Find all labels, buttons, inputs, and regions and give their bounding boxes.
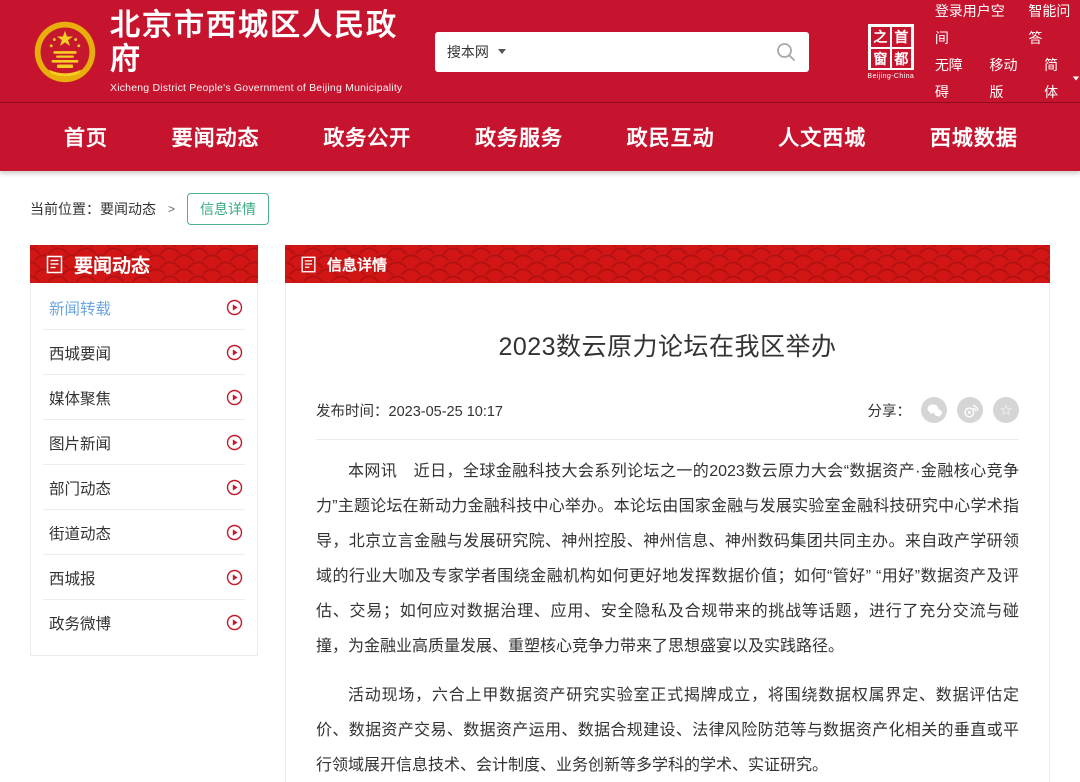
sidebar-item-department-updates[interactable]: 部门动态: [31, 465, 257, 510]
circle-play-icon: [226, 434, 243, 451]
article-panel-header: 信息详情: [285, 245, 1050, 283]
circle-play-icon: [226, 389, 243, 406]
circle-play-icon: [226, 614, 243, 631]
capital-window-char: 之: [870, 26, 891, 48]
article-panel-title: 信息详情: [327, 254, 387, 275]
favorite-share-button[interactable]: ☆: [993, 397, 1019, 423]
capital-window-char: 都: [891, 48, 912, 70]
article-title: 2023数云原力论坛在我区举办: [316, 283, 1019, 371]
mobile-version-link[interactable]: 移动版: [989, 52, 1028, 106]
nav-item-data[interactable]: 西城数据: [930, 122, 1018, 152]
search-icon: [775, 41, 797, 63]
circle-play-icon: [226, 569, 243, 586]
search-bar: 搜本网: [435, 32, 809, 72]
article-paragraph: 活动现场，六合上甲数据资产研究实验室正式揭牌成立，将围绕数据权属界定、数据评估定…: [316, 678, 1019, 782]
publish-time-value: 2023-05-25 10:17: [389, 404, 504, 420]
national-emblem-icon: [33, 20, 97, 84]
language-label: 简体: [1044, 52, 1069, 106]
circle-play-icon: [226, 344, 243, 361]
breadcrumb-separator: >: [168, 202, 175, 216]
breadcrumb-parent-link[interactable]: 要闻动态: [100, 199, 156, 219]
nav-item-gov-affairs-open[interactable]: 政务公开: [323, 122, 411, 152]
chevron-down-icon: [498, 49, 506, 54]
sidebar-item-xicheng-news[interactable]: 西城要闻: [31, 330, 257, 375]
capital-window-char: 窗: [870, 48, 891, 70]
wechat-share-button[interactable]: [921, 397, 947, 423]
article-paragraph: 本网讯 近日，全球金融科技大会系列论坛之一的2023数云原力大会“数据资产·金融…: [316, 454, 1019, 664]
nav-item-gov-services[interactable]: 政务服务: [475, 122, 563, 152]
search-button[interactable]: [775, 41, 797, 63]
breadcrumb-label: 当前位置：: [30, 199, 100, 219]
sidebar-title: 要闻动态: [74, 251, 150, 278]
sidebar-list: 新闻转载 西城要闻 媒体聚焦 图片新闻 部门动态: [30, 283, 258, 656]
sidebar-item-xicheng-paper[interactable]: 西城报: [31, 555, 257, 600]
header-links: 登录用户空间 智能问答 无障碍 移动版 简体: [935, 0, 1080, 106]
search-scope-dropdown[interactable]: 搜本网: [447, 42, 506, 62]
sidebar-item-photo-news[interactable]: 图片新闻: [31, 420, 257, 465]
sidebar-item-media-focus[interactable]: 媒体聚焦: [31, 375, 257, 420]
article-meta: 发布时间：2023-05-25 10:17 分享：: [316, 397, 1019, 440]
article-panel: 信息详情 2023数云原力论坛在我区举办 发布时间：2023-05-25 10:…: [285, 245, 1050, 782]
capital-window-caption: Beijing-China: [865, 73, 917, 80]
login-user-space-link[interactable]: 登录用户空间: [935, 0, 1013, 52]
circle-play-icon: [226, 479, 243, 496]
circle-play-icon: [226, 299, 243, 316]
site-brand: 北京市西城区人民政府 Xicheng District People's Gov…: [110, 9, 408, 94]
publish-time-label: 发布时间：: [316, 404, 389, 420]
site-title: 北京市西城区人民政府: [110, 9, 408, 77]
circle-play-icon: [226, 524, 243, 541]
capital-window-logo[interactable]: 之 首 窗 都 Beijing-China: [865, 24, 917, 80]
content-columns: 要闻动态 新闻转载 西城要闻 媒体聚焦 图片新闻: [30, 245, 1050, 782]
article: 2023数云原力论坛在我区举办 发布时间：2023-05-25 10:17 分享…: [285, 283, 1050, 782]
star-icon: ☆: [999, 403, 1012, 418]
sidebar-news: 要闻动态 新闻转载 西城要闻 媒体聚焦 图片新闻: [30, 245, 258, 656]
breadcrumb: 当前位置： 要闻动态 > 信息详情: [30, 193, 1050, 225]
site-header: 北京市西城区人民政府 Xicheng District People's Gov…: [0, 0, 1080, 103]
document-icon: [299, 255, 318, 274]
wechat-icon: [926, 403, 943, 418]
weibo-share-button[interactable]: [957, 397, 983, 423]
capital-window-grid: 之 首 窗 都: [868, 24, 914, 70]
search-scope-label: 搜本网: [447, 42, 489, 62]
chevron-down-icon: [1073, 77, 1079, 81]
smart-qa-link[interactable]: 智能问答: [1028, 0, 1080, 52]
nav-item-home[interactable]: 首页: [64, 122, 108, 152]
sidebar-item-gov-weibo[interactable]: 政务微博: [31, 600, 257, 645]
article-body: 本网讯 近日，全球金融科技大会系列论坛之一的2023数云原力大会“数据资产·金融…: [316, 454, 1019, 782]
language-dropdown[interactable]: 简体: [1044, 52, 1080, 106]
main-navigation: 首页 要闻动态 政务公开 政务服务 政民互动 人文西城 西城数据: [0, 103, 1080, 171]
nav-item-interaction[interactable]: 政民互动: [627, 122, 715, 152]
sidebar-header: 要闻动态: [30, 245, 258, 283]
search-input[interactable]: [518, 44, 775, 60]
share-label: 分享：: [868, 400, 912, 421]
national-emblem-logo[interactable]: [33, 20, 97, 84]
site-subtitle: Xicheng District People's Government of …: [110, 82, 408, 94]
sidebar-item-news-repost[interactable]: 新闻转载: [31, 285, 257, 330]
breadcrumb-current-badge[interactable]: 信息详情: [187, 193, 269, 225]
document-icon: [44, 254, 65, 275]
capital-window-char: 首: [891, 26, 912, 48]
nav-item-culture[interactable]: 人文西城: [778, 122, 866, 152]
page: 北京市西城区人民政府 Xicheng District People's Gov…: [0, 0, 1080, 782]
sidebar-item-street-updates[interactable]: 街道动态: [31, 510, 257, 555]
weibo-icon: [962, 402, 979, 419]
accessibility-link[interactable]: 无障碍: [935, 52, 974, 106]
nav-item-news[interactable]: 要闻动态: [172, 122, 260, 152]
